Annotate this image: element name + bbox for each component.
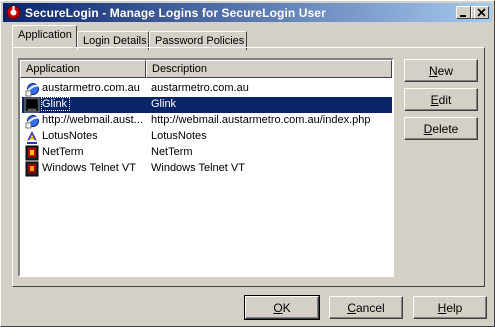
terminal-icon [24, 97, 40, 113]
new-button-mnemonic: N [428, 64, 438, 78]
cancel-button[interactable]: Cancel [329, 296, 403, 319]
list-item-application: NetTerm [42, 146, 84, 158]
securelogin-app-icon [6, 5, 21, 20]
lotus-notes-icon [27, 131, 37, 144]
close-button[interactable] [474, 6, 489, 19]
applications-list[interactable]: Application Description austarmetro.com.… [18, 58, 394, 277]
window-title: SecureLogin - Manage Logins for SecureLo… [25, 6, 326, 20]
delete-button[interactable]: Delete [404, 117, 478, 140]
tab-login-details-label: Login Details [83, 35, 147, 47]
help-button[interactable]: Help [413, 296, 487, 319]
column-header-description[interactable]: Description [146, 60, 392, 78]
ok-button-label: K [282, 301, 291, 315]
title-bar[interactable]: SecureLogin - Manage Logins for SecureLo… [3, 3, 492, 22]
help-button-label: elp [446, 301, 463, 315]
list-item[interactable]: Windows Telnet VT Windows Telnet VT [22, 161, 392, 177]
manage-logins-window: SecureLogin - Manage Logins for SecureLo… [0, 0, 495, 327]
column-header-description-label: Description [152, 63, 208, 75]
tab-application-label: Application [18, 29, 72, 41]
delete-button-label: elete [432, 122, 459, 136]
list-item-application: Glink [40, 97, 71, 111]
new-button-label: ew [437, 64, 453, 78]
minimize-button[interactable] [456, 6, 471, 19]
list-header: Application Description [20, 60, 392, 78]
tab-application[interactable]: Application [12, 25, 77, 47]
cancel-button-label: ancel [355, 301, 385, 315]
list-item[interactable]: http://webmail.aust... http://webmail.au… [22, 113, 392, 129]
tab-password-policies-label: Password Policies [155, 35, 245, 47]
list-item[interactable]: austarmetro.com.au austarmetro.com.au [22, 81, 392, 97]
web-icon [25, 115, 40, 129]
netterm-icon [25, 145, 39, 161]
list-item-description: austarmetro.com.au [151, 82, 249, 94]
new-button[interactable]: New [404, 59, 478, 82]
list-item-description: http://webmail.austarmetro.com.au/index.… [151, 114, 371, 126]
list-item[interactable]: NetTerm NetTerm [22, 145, 392, 161]
cancel-button-mnemonic: C [347, 301, 356, 315]
ok-button-mnemonic: O [273, 301, 283, 315]
list-item[interactable]: LotusNotes LotusNotes [22, 129, 392, 145]
ok-button[interactable]: OK [244, 295, 320, 320]
list-item-description: NetTerm [151, 146, 193, 158]
edit-button[interactable]: Edit [404, 88, 478, 111]
list-item-description: LotusNotes [151, 130, 207, 142]
list-item-selected[interactable]: Glink Glink [22, 97, 392, 113]
edit-button-mnemonic: E [430, 93, 439, 107]
edit-button-label: dit [438, 93, 452, 107]
delete-button-mnemonic: D [423, 122, 433, 136]
column-header-application[interactable]: Application [20, 60, 146, 78]
telnet-icon [25, 161, 39, 177]
list-item-description: Glink [151, 98, 177, 110]
minimize-icon [460, 15, 466, 17]
list-item-application: LotusNotes [42, 130, 98, 142]
list-item-application: http://webmail.aust... [42, 114, 143, 126]
list-item-application: austarmetro.com.au [42, 82, 140, 94]
list-item-description: Windows Telnet VT [151, 162, 245, 174]
close-icon [477, 8, 486, 17]
web-icon [25, 83, 40, 97]
list-item-application: Windows Telnet VT [42, 162, 136, 174]
column-header-application-label: Application [26, 63, 80, 75]
